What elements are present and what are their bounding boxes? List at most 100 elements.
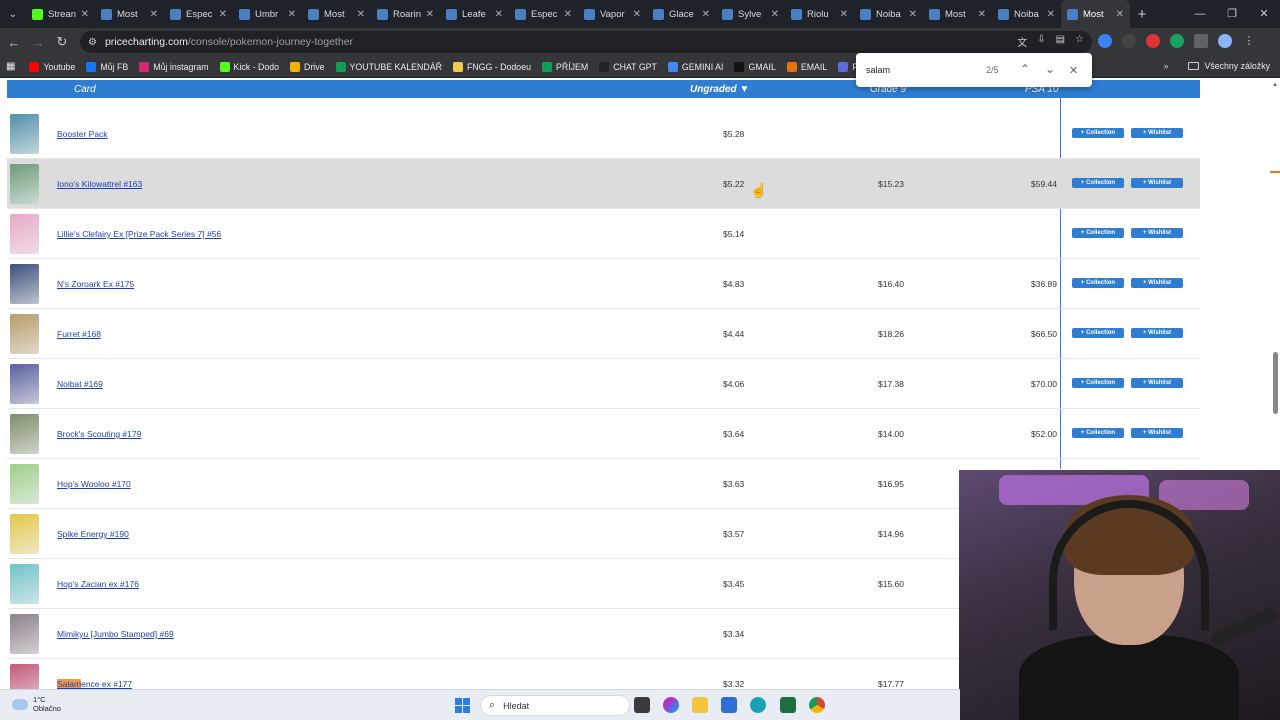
card-link[interactable]: Iono's Kilowattrel #163 bbox=[57, 179, 142, 189]
tab-close-icon[interactable]: ✕ bbox=[978, 9, 986, 20]
browser-tab[interactable]: Riolu ✕ bbox=[785, 0, 854, 28]
bookmark-item[interactable]: CHAT GPT bbox=[599, 61, 657, 72]
bookmark-item[interactable]: EMAIL bbox=[786, 61, 827, 72]
all-bookmarks-folder[interactable]: » Všechny záložky bbox=[1164, 61, 1270, 71]
extension-icon[interactable] bbox=[1170, 34, 1184, 48]
browser-tab[interactable]: Noiba ✕ bbox=[854, 0, 923, 28]
forward-icon[interactable]: → bbox=[26, 35, 50, 50]
tab-close-icon[interactable]: ✕ bbox=[1116, 9, 1124, 20]
find-input[interactable]: salam bbox=[866, 65, 890, 75]
card-thumbnail[interactable] bbox=[10, 314, 39, 354]
extension-icon[interactable] bbox=[1098, 34, 1112, 48]
outlook-icon[interactable] bbox=[721, 697, 737, 713]
card-thumbnail[interactable] bbox=[10, 264, 39, 304]
browser-tab[interactable]: Umbr ✕ bbox=[233, 0, 302, 28]
card-thumbnail[interactable] bbox=[10, 364, 39, 404]
card-link[interactable]: Hop's Zacian ex #176 bbox=[57, 579, 139, 589]
card-thumbnail[interactable] bbox=[10, 414, 39, 454]
taskbar-search[interactable]: ⌕ Hledat bbox=[480, 695, 630, 716]
apps-grid-icon[interactable]: ▦ bbox=[6, 61, 15, 72]
card-thumbnail[interactable] bbox=[10, 464, 39, 504]
card-thumbnail[interactable] bbox=[10, 614, 39, 654]
add-collection-button[interactable]: + Collection bbox=[1072, 428, 1124, 438]
card-link[interactable]: Booster Pack bbox=[57, 129, 108, 139]
bookmark-star-icon[interactable]: ☆ bbox=[1075, 34, 1084, 49]
extensions-puzzle-icon[interactable] bbox=[1194, 34, 1208, 48]
tab-close-icon[interactable]: ✕ bbox=[633, 9, 641, 20]
add-collection-button[interactable]: + Collection bbox=[1072, 328, 1124, 338]
find-close-icon[interactable]: ✕ bbox=[1069, 64, 1078, 77]
copilot-icon[interactable] bbox=[663, 697, 679, 713]
tab-close-icon[interactable]: ✕ bbox=[909, 9, 917, 20]
extension-icon[interactable] bbox=[1146, 34, 1160, 48]
browser-tab[interactable]: Vapor ✕ bbox=[578, 0, 647, 28]
tab-close-icon[interactable]: ✕ bbox=[219, 9, 227, 20]
edge-icon[interactable] bbox=[750, 697, 766, 713]
add-wishlist-button[interactable]: + Wishlist bbox=[1131, 328, 1183, 338]
find-previous-icon[interactable]: ⌃ bbox=[1020, 62, 1030, 76]
add-wishlist-button[interactable]: + Wishlist bbox=[1131, 428, 1183, 438]
card-thumbnail[interactable] bbox=[10, 214, 39, 254]
browser-tab[interactable]: Roarin ✕ bbox=[371, 0, 440, 28]
add-wishlist-button[interactable]: + Wishlist bbox=[1131, 128, 1183, 138]
bookmark-item[interactable]: GEMINI AI bbox=[667, 61, 723, 72]
profile-avatar[interactable] bbox=[1218, 34, 1232, 48]
add-collection-button[interactable]: + Collection bbox=[1072, 228, 1124, 238]
tab-close-icon[interactable]: ✕ bbox=[81, 9, 89, 20]
bookmark-item[interactable]: GMAIL bbox=[734, 61, 776, 72]
task-view-icon[interactable] bbox=[634, 697, 650, 713]
browser-tab[interactable]: Noiba ✕ bbox=[992, 0, 1061, 28]
header-ungraded[interactable]: Ungraded ▼ bbox=[690, 84, 749, 95]
minimize-icon[interactable]: — bbox=[1184, 0, 1216, 28]
browser-tab[interactable]: Strean ✕ bbox=[26, 0, 95, 28]
card-link[interactable]: Noibat #169 bbox=[57, 379, 103, 389]
add-wishlist-button[interactable]: + Wishlist bbox=[1131, 278, 1183, 288]
browser-tab[interactable]: Most ✕ bbox=[1061, 0, 1130, 28]
card-link[interactable]: Lillie's Clefairy Ex [Prize Pack Series … bbox=[57, 229, 221, 239]
add-collection-button[interactable]: + Collection bbox=[1072, 178, 1124, 188]
menu-icon[interactable]: ⋮ bbox=[1242, 34, 1256, 48]
header-card[interactable]: Card bbox=[74, 84, 96, 95]
add-wishlist-button[interactable]: + Wishlist bbox=[1131, 228, 1183, 238]
reader-icon[interactable]: ▤ bbox=[1056, 34, 1065, 49]
start-icon[interactable] bbox=[455, 698, 470, 713]
card-thumbnail[interactable] bbox=[10, 164, 39, 204]
card-link[interactable]: Mimikyu [Jumbo Stamped] #69 bbox=[57, 629, 174, 639]
card-link[interactable]: Brock's Scouting #179 bbox=[57, 429, 141, 439]
close-window-icon[interactable]: ✕ bbox=[1248, 0, 1280, 28]
add-collection-button[interactable]: + Collection bbox=[1072, 128, 1124, 138]
add-collection-button[interactable]: + Collection bbox=[1072, 378, 1124, 388]
tab-close-icon[interactable]: ✕ bbox=[150, 9, 158, 20]
chrome-icon[interactable] bbox=[809, 697, 825, 713]
tab-close-icon[interactable]: ✕ bbox=[771, 9, 779, 20]
bookmark-item[interactable]: PŘÍJEM bbox=[541, 61, 588, 72]
card-thumbnail[interactable] bbox=[10, 514, 39, 554]
card-thumbnail[interactable] bbox=[10, 664, 39, 689]
weather-widget[interactable]: 1°C Oblačno bbox=[12, 695, 61, 713]
tab-close-icon[interactable]: ✕ bbox=[1047, 9, 1055, 20]
bookmark-item[interactable]: YOUTUBE KALENDÁŘ bbox=[335, 61, 442, 72]
excel-icon[interactable] bbox=[780, 697, 796, 713]
browser-tab[interactable]: Leafe ✕ bbox=[440, 0, 509, 28]
browser-tab[interactable]: Most ✕ bbox=[923, 0, 992, 28]
address-bar[interactable]: ⚙ pricecharting.com/console/pokemon-jour… bbox=[80, 31, 1092, 53]
bookmark-item[interactable]: FNGG - Dodoeu bbox=[452, 61, 531, 72]
tab-close-icon[interactable]: ✕ bbox=[357, 9, 365, 20]
card-thumbnail[interactable] bbox=[10, 564, 39, 604]
browser-tab[interactable]: Espec ✕ bbox=[164, 0, 233, 28]
tab-close-icon[interactable]: ✕ bbox=[495, 9, 503, 20]
card-link[interactable]: Hop's Wooloo #170 bbox=[57, 479, 131, 489]
file-explorer-icon[interactable] bbox=[692, 697, 708, 713]
browser-tab[interactable]: Most ✕ bbox=[302, 0, 371, 28]
add-collection-button[interactable]: + Collection bbox=[1072, 278, 1124, 288]
site-info-icon[interactable]: ⚙ bbox=[88, 37, 97, 48]
new-tab-button[interactable]: + bbox=[1130, 6, 1154, 23]
bookmark-item[interactable]: Můj instagram bbox=[139, 61, 209, 72]
browser-tab[interactable]: Most ✕ bbox=[95, 0, 164, 28]
tab-close-icon[interactable]: ✕ bbox=[426, 9, 434, 20]
more-bookmarks-icon[interactable]: » bbox=[1164, 61, 1169, 71]
reload-icon[interactable]: ↻ bbox=[50, 34, 74, 50]
bookmark-item[interactable]: Youtube bbox=[29, 61, 75, 72]
tab-close-icon[interactable]: ✕ bbox=[288, 9, 296, 20]
tab-close-icon[interactable]: ✕ bbox=[564, 9, 572, 20]
